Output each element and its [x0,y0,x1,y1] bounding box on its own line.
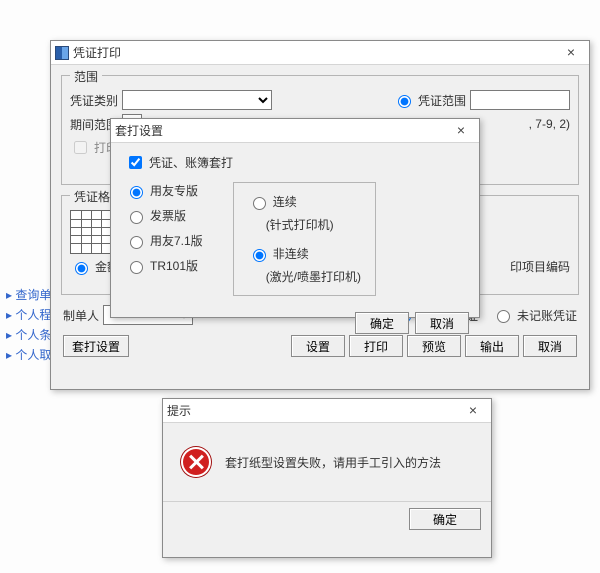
titlebar: 提示 × [163,399,491,423]
unposted-radio[interactable]: 未记账凭证 [492,307,577,324]
unposted-radio-input[interactable] [497,310,510,323]
sheet-icon [70,210,114,254]
dialog-title: 套打设置 [115,122,447,139]
ok-button[interactable]: 确定 [409,508,481,530]
cont-sub: (针式打印机) [248,216,361,233]
link-p2[interactable]: 个人条 [6,325,51,345]
opt-noncontinuous[interactable]: 非连续 [248,245,361,262]
close-icon[interactable]: × [459,402,487,420]
opt-continuous[interactable]: 连续 [248,193,361,210]
error-icon [181,447,211,477]
continuity-options: 连续 (针式打印机) 非连续 (激光/喷墨打印机) [233,182,376,296]
ok-button[interactable]: 确定 [355,312,409,334]
opt-yy71[interactable]: 用友7.1版 [125,232,203,249]
voucher-range-input[interactable] [470,90,570,110]
cancel-button[interactable]: 取消 [415,312,469,334]
message-text: 套打纸型设置失败，请用手工引入的方法 [225,454,441,471]
opt-tr101[interactable]: TR101版 [125,257,203,274]
noncont-sub: (激光/喷墨打印机) [248,268,361,285]
link-p1[interactable]: 个人程 [6,305,51,325]
opt-invoice[interactable]: 发票版 [125,207,203,224]
app-icon [55,46,69,60]
close-icon[interactable]: × [447,122,475,140]
voucher-range-radio-input[interactable] [398,95,411,108]
window-title: 凭证打印 [73,44,557,61]
titlebar: 凭证打印 × [51,41,589,65]
print-query-checkbox-input [74,141,87,154]
main-checkbox[interactable]: 凭证、账簿套打 [125,153,233,172]
link-p3[interactable]: 个人取 [6,345,51,365]
message-dialog: 提示 × 套打纸型设置失败，请用手工引入的方法 确定 [162,398,492,558]
voucher-range-radio[interactable]: 凭证范围 [393,92,466,109]
link-query[interactable]: 查询单 [6,285,51,305]
group-legend: 范围 [70,68,102,85]
print-item-code-label: 印项目编码 [510,258,570,275]
print-setup-dialog: 套打设置 × 凭证、账簿套打 用友专版 发票版 用友7.1版 TR101版 连续… [110,118,480,318]
amount-style-radio-input[interactable] [75,262,88,275]
voucher-type-select[interactable] [122,90,272,110]
close-icon[interactable]: × [557,44,585,62]
dialog-title: 提示 [167,402,459,419]
range-hint: , 7-9, 2) [529,117,570,131]
cancel-button[interactable]: 取消 [523,335,577,357]
titlebar: 套打设置 × [111,119,479,143]
template-options: 用友专版 发票版 用友7.1版 TR101版 [125,182,203,296]
voucher-type-label: 凭证类别 [70,92,118,109]
main-checkbox-input[interactable] [129,156,142,169]
maker-label: 制单人 [63,307,99,324]
opt-yonyou[interactable]: 用友专版 [125,182,203,199]
side-links: 查询单 个人程 个人条 个人取 [6,285,51,365]
